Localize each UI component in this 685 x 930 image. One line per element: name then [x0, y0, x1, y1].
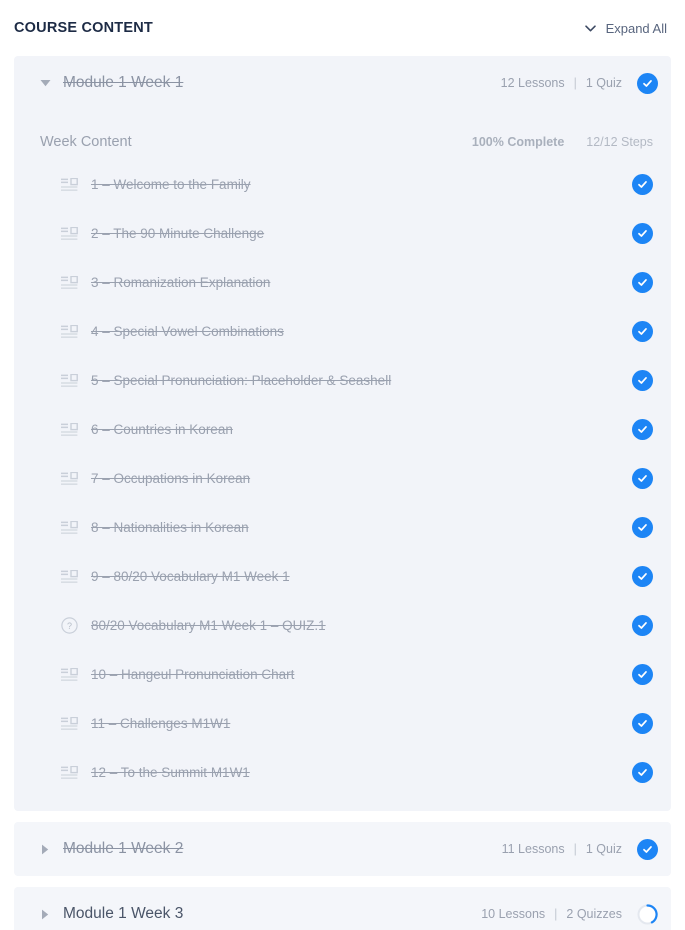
lesson-icon — [60, 716, 78, 731]
module-meta: 10 Lessons | 2 Quizzes — [481, 903, 658, 925]
module-status — [637, 838, 658, 860]
module-meta-separator: | — [554, 907, 558, 921]
course-content-header: COURSE CONTENT Expand All — [0, 0, 685, 56]
week-content-section: Week Content 100% Complete 12/12 Steps 1… — [14, 110, 671, 811]
lesson-icon — [60, 520, 78, 535]
check-circle-icon — [637, 72, 658, 94]
lesson-title: 5 – Special Pronunciation: Placeholder &… — [91, 373, 392, 388]
module-card-module-1-week-1[interactable]: Module 1 Week 1 12 Lessons | 1 Quiz Week… — [14, 56, 671, 811]
check-circle-icon — [632, 664, 653, 685]
module-meta: 11 Lessons | 1 Quiz — [501, 838, 658, 860]
module-quiz-count: 2 Quizzes — [566, 907, 622, 921]
lesson-title: 80/20 Vocabulary M1 Week 1 – QUIZ.1 — [91, 618, 326, 633]
module-pointer-tail — [48, 110, 76, 123]
week-content-label: Week Content — [40, 134, 132, 150]
lesson-title: 11 – Challenges M1W1 — [91, 716, 231, 731]
check-circle-icon — [632, 321, 653, 342]
lesson-icon — [60, 667, 78, 682]
lesson-icon — [60, 226, 78, 241]
module-meta: 12 Lessons | 1 Quiz — [500, 72, 658, 94]
week-steps-count: 12/12 Steps — [586, 135, 653, 149]
check-circle-icon — [632, 419, 653, 440]
lesson-title: 3 – Romanization Explanation — [91, 275, 271, 290]
list-item[interactable]: 1 – Welcome to the Family — [14, 160, 671, 209]
week-progress-stats: 100% Complete 12/12 Steps — [472, 135, 653, 149]
list-item[interactable]: 4 – Special Vowel Combinations — [14, 307, 671, 356]
list-item[interactable]: 2 – The 90 Minute Challenge — [14, 209, 671, 258]
list-item[interactable]: 12 – To the Summit M1W1 — [14, 748, 671, 797]
triangle-right-icon[interactable] — [34, 844, 56, 855]
list-item[interactable]: 10 – Hangeul Pronunciation Chart — [14, 650, 671, 699]
check-circle-icon — [632, 272, 653, 293]
triangle-down-icon[interactable] — [34, 79, 56, 87]
lesson-icon — [60, 177, 78, 192]
lesson-icon — [60, 275, 78, 290]
lesson-icon — [60, 569, 78, 584]
lesson-title: 10 – Hangeul Pronunciation Chart — [91, 667, 295, 682]
check-circle-icon — [632, 370, 653, 391]
list-item[interactable]: 7 – Occupations in Korean — [14, 454, 671, 503]
module-status — [637, 903, 658, 925]
list-item[interactable]: ? 80/20 Vocabulary M1 Week 1 – QUIZ.1 — [14, 601, 671, 650]
list-item[interactable]: 11 – Challenges M1W1 — [14, 699, 671, 748]
lesson-list: 1 – Welcome to the Family 2 – The 90 Min… — [14, 160, 671, 797]
lesson-title: 4 – Special Vowel Combinations — [91, 324, 284, 339]
check-circle-icon — [632, 615, 653, 636]
module-header-module-1-week-1[interactable]: Module 1 Week 1 12 Lessons | 1 Quiz — [14, 56, 671, 123]
lesson-icon — [60, 765, 78, 780]
lesson-title: 6 – Countries in Korean — [91, 422, 233, 437]
chevron-down-icon — [584, 22, 597, 35]
module-quiz-count: 1 Quiz — [585, 842, 622, 856]
module-lessons-count: 11 Lessons — [501, 842, 565, 856]
module-status — [637, 72, 658, 94]
module-card-module-1-week-3[interactable]: Module 1 Week 3 10 Lessons | 2 Quizzes — [14, 887, 671, 930]
lesson-icon — [60, 422, 78, 437]
list-item[interactable]: 6 – Countries in Korean — [14, 405, 671, 454]
week-percent-complete: 100% Complete — [471, 135, 565, 149]
list-item[interactable]: 8 – Nationalities in Korean — [14, 503, 671, 552]
quiz-question-icon: ? — [60, 617, 78, 634]
lesson-icon — [60, 324, 78, 339]
module-title: Module 1 Week 1 — [63, 74, 184, 91]
check-circle-icon — [632, 566, 653, 587]
lesson-title: 9 – 80/20 Vocabulary M1 Week 1 — [91, 569, 290, 584]
lesson-icon — [60, 471, 78, 486]
module-title: Module 1 Week 3 — [63, 905, 184, 922]
module-meta-separator: | — [573, 76, 577, 90]
lesson-title: 7 – Occupations in Korean — [91, 471, 251, 486]
lesson-title: 8 – Nationalities in Korean — [91, 520, 249, 535]
module-lessons-count: 12 Lessons — [500, 76, 565, 90]
lesson-title: 12 – To the Summit M1W1 — [91, 765, 250, 780]
list-item[interactable]: 3 – Romanization Explanation — [14, 258, 671, 307]
check-circle-icon — [632, 174, 653, 195]
expand-all-button[interactable]: Expand All — [584, 21, 667, 36]
module-lessons-count: 10 Lessons — [481, 907, 546, 921]
check-circle-icon — [632, 223, 653, 244]
module-card-module-1-week-2[interactable]: Module 1 Week 2 11 Lessons | 1 Quiz — [14, 822, 671, 876]
list-item[interactable]: 5 – Special Pronunciation: Placeholder &… — [14, 356, 671, 405]
page-title: COURSE CONTENT — [14, 20, 153, 36]
module-header-module-1-week-3[interactable]: Module 1 Week 3 10 Lessons | 2 Quizzes — [14, 887, 671, 930]
lesson-title: 2 – The 90 Minute Challenge — [91, 226, 265, 241]
list-item[interactable]: 9 – 80/20 Vocabulary M1 Week 1 — [14, 552, 671, 601]
module-header-module-1-week-2[interactable]: Module 1 Week 2 11 Lessons | 1 Quiz — [14, 822, 671, 876]
module-meta-separator: | — [573, 842, 577, 856]
check-circle-icon — [632, 762, 653, 783]
check-circle-icon — [632, 517, 653, 538]
check-circle-icon — [632, 713, 653, 734]
check-circle-icon — [637, 838, 658, 860]
triangle-right-icon[interactable] — [34, 909, 56, 920]
module-quiz-count: 1 Quiz — [585, 76, 622, 90]
lesson-title: 1 – Welcome to the Family — [91, 177, 251, 192]
course-content-page: COURSE CONTENT Expand All Module 1 Week … — [0, 0, 685, 930]
week-content-bar: Week Content 100% Complete 12/12 Steps — [14, 110, 671, 160]
lesson-icon — [60, 373, 78, 388]
check-circle-icon — [632, 468, 653, 489]
progress-ring-icon — [637, 903, 658, 925]
expand-all-label: Expand All — [605, 20, 667, 36]
svg-text:?: ? — [66, 621, 71, 631]
module-title: Module 1 Week 2 — [63, 840, 184, 857]
